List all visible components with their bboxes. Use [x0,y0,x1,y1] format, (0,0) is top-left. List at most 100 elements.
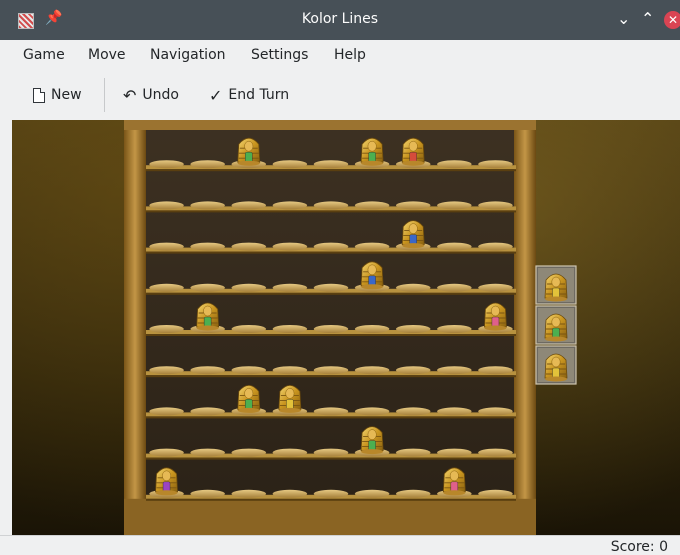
board-cell[interactable] [478,201,513,210]
board-cell[interactable] [437,201,472,210]
game-piece[interactable] [196,302,220,331]
board-cell[interactable] [478,242,513,251]
board-cell[interactable] [437,325,472,333]
game-piece[interactable] [442,467,466,496]
board-cell[interactable] [313,160,349,169]
board-cell[interactable] [478,283,513,292]
maximize-icon[interactable]: ⌃ [641,9,654,28]
board-cell[interactable] [231,242,267,251]
board-cell[interactable] [231,366,267,375]
board-cell[interactable] [190,489,225,498]
board-cell[interactable] [395,366,431,375]
board-cell[interactable] [149,242,184,251]
board-cell[interactable] [190,448,225,457]
board-cell[interactable] [395,325,431,333]
board-cell[interactable] [272,160,308,169]
board-cell[interactable] [354,489,390,498]
next-piece[interactable] [544,313,568,342]
board-cell[interactable] [313,242,349,251]
board-cell[interactable] [313,325,349,333]
board-cell[interactable] [395,448,431,457]
board-cell[interactable] [478,407,513,416]
board-cell[interactable] [313,407,349,416]
board-cell[interactable] [231,489,267,498]
menu-navigation[interactable]: Navigation [150,47,226,63]
board-cell[interactable] [272,366,308,375]
board-cell[interactable] [478,448,513,457]
undo-button[interactable]: ↶ Undo [123,85,179,105]
game-piece[interactable] [155,467,178,496]
board-cell[interactable] [437,283,472,292]
board-cell[interactable] [190,201,225,210]
new-button[interactable]: New [33,85,82,105]
game-piece[interactable] [401,137,425,166]
board-cell[interactable] [354,242,390,251]
board-cell[interactable] [395,489,431,498]
next-piece[interactable] [544,273,568,302]
board-cell[interactable] [149,201,184,210]
board-cell[interactable] [272,242,308,251]
board-cell[interactable] [478,366,513,375]
board-cell[interactable] [313,283,349,292]
close-icon[interactable]: ✕ [664,11,680,29]
board-cell[interactable] [272,283,308,292]
board-cell[interactable] [313,201,349,210]
game-piece[interactable] [360,137,384,166]
board-canvas[interactable] [12,120,680,535]
board-cell[interactable] [437,448,472,457]
menu-help[interactable]: Help [334,47,366,63]
end-turn-button[interactable]: ✓ End Turn [209,85,289,105]
menu-move[interactable]: Move [88,47,126,63]
board-cell[interactable] [395,201,431,210]
board-cell[interactable] [231,325,267,333]
board-cell[interactable] [190,283,225,292]
board-cell[interactable] [272,201,308,210]
game-piece[interactable] [278,385,302,413]
menu-settings[interactable]: Settings [251,47,308,63]
board-cell[interactable] [149,407,184,416]
board-cell[interactable] [313,366,349,375]
board-cell[interactable] [149,283,184,292]
board-cell[interactable] [354,201,390,210]
board-cell[interactable] [272,489,308,498]
game-piece[interactable] [237,137,261,166]
minimize-icon[interactable]: ⌄ [617,9,630,28]
game-piece[interactable] [360,426,384,455]
board-cell[interactable] [149,325,184,333]
board-cell[interactable] [190,242,225,251]
board-cell[interactable] [354,407,390,416]
board-cell[interactable] [231,283,267,292]
board-cell[interactable] [437,366,472,375]
board-cell[interactable] [149,448,184,457]
game-piece[interactable] [237,385,261,413]
board-cell[interactable] [149,160,184,169]
board-cell[interactable] [437,160,472,169]
board-cell[interactable] [437,407,472,416]
board-cell[interactable] [231,448,267,457]
board-cell[interactable] [190,407,225,416]
board-cell[interactable] [272,325,308,333]
board-cell[interactable] [354,325,390,333]
board-cell[interactable] [354,366,390,375]
shelf-shadow [146,210,516,213]
toolbar: New ↶ Undo ✓ End Turn [0,70,680,120]
board-cell[interactable] [395,283,431,292]
board-cell[interactable] [478,160,513,169]
menu-bar: Game Move Navigation Settings Help [0,40,680,70]
board-cell[interactable] [149,366,184,375]
game-piece[interactable] [360,261,384,290]
board-cell[interactable] [190,160,225,169]
board-cell[interactable] [231,201,267,210]
game-piece[interactable] [484,302,507,331]
menu-game[interactable]: Game [23,47,65,63]
next-piece[interactable] [544,353,568,382]
board-cell[interactable] [313,448,349,457]
board-cell[interactable] [478,489,513,498]
board-cell[interactable] [190,366,225,375]
board-cell[interactable] [313,489,349,498]
game-piece[interactable] [401,220,425,249]
board-cell[interactable] [272,448,308,457]
game-board[interactable] [12,120,680,535]
board-cell[interactable] [437,242,472,251]
board-cell[interactable] [395,407,431,416]
